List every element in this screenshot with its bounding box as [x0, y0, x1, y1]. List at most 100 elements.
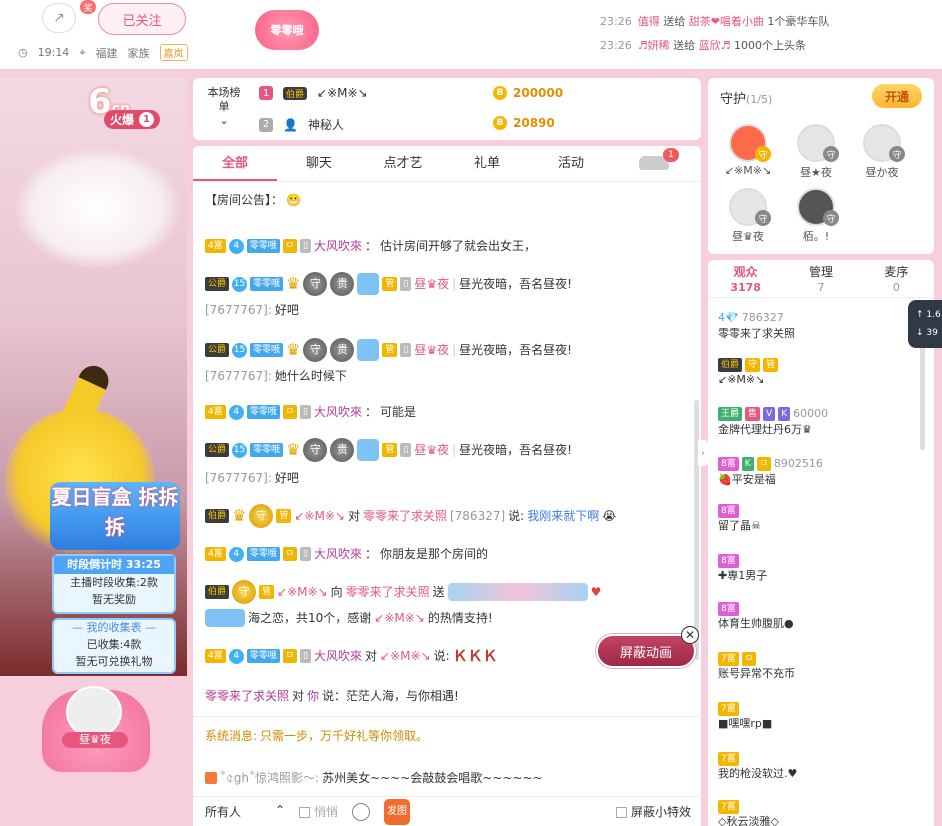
list-item[interactable]: 4💎 786327 零零来了求关照: [718, 310, 795, 342]
host-seat[interactable]: 昼♛夜: [42, 686, 150, 772]
list-item[interactable]: 伯爵守管 ↙※M※↘: [718, 358, 779, 388]
rank-label[interactable]: 本场榜单 ⌄: [205, 86, 243, 128]
gift-marquee: 23:26 值得 送给 甜茶❤唱着小曲 1个豪华车队 23:26 ♬妍稀 送给 蓝欣…: [600, 10, 935, 58]
tab-talent[interactable]: 点才艺: [361, 146, 445, 181]
follow-button[interactable]: 已关注: [98, 3, 186, 35]
phone-icon: ▯: [400, 343, 412, 357]
chevron-down-icon: ⌃: [274, 803, 285, 817]
shield-icon: 守: [755, 210, 771, 226]
user-name[interactable]: 大风吹來: [314, 402, 362, 422]
guard-shield-icon: 守: [249, 504, 274, 528]
list-item[interactable]: 7富 ■嘿嘿rp■: [718, 702, 772, 732]
chat-input-bar: 所有人⌃ 悄悄 发图礼 屏蔽小特效: [193, 796, 701, 826]
collection-line: 暂无可兑换礼物: [75, 655, 153, 668]
tab-chat[interactable]: 聊天: [277, 146, 361, 181]
location-icon: ⌖: [79, 45, 86, 59]
emoji-icon[interactable]: [352, 802, 371, 821]
close-icon[interactable]: ✕: [681, 626, 699, 644]
rich-icon: ㅁ: [282, 649, 298, 663]
shield-icon: 守: [755, 146, 771, 162]
list-item[interactable]: 7富 ◇秋云淡雅◇: [718, 800, 779, 826]
audience-panel: 观众 3178 管理 7 麦序 0 4💎 786327 零零来了求关照 伯爵守管 ↙※M※↘…: [708, 260, 934, 826]
tab-mic-queue[interactable]: 麦序 0: [859, 260, 934, 297]
user-name[interactable]: 昼♛夜: [414, 274, 449, 294]
guard-panel: 守护(1/5) 开通 守 ↙※M※↘ 守昼★夜 守昼か夜 守昼♛夜 守栢。!: [708, 78, 934, 254]
collection-title: — 我的收集表 —: [72, 621, 156, 634]
host-badge[interactable]: 零零哦: [255, 10, 319, 50]
list-item[interactable]: 8富 ✚専1男子: [718, 554, 767, 584]
phone-icon: ▯: [400, 277, 412, 291]
chat-message: 公爵 15 零零哦 ♛ 守贵管 ▯ 昼♛夜 | 昼光夜暗，吾名昼夜!: [205, 438, 681, 462]
user-name[interactable]: 昼♛夜: [414, 340, 449, 360]
rank-row[interactable]: 2 👤 神秘人: [259, 116, 344, 133]
tab-audience[interactable]: 观众 3178: [708, 260, 783, 297]
rank-coins: B 20890: [493, 116, 555, 130]
list-item[interactable]: 王爵售 V K 60000 金牌代理灶丹6万♛: [718, 406, 828, 438]
tab-all[interactable]: 全部: [193, 146, 277, 181]
chat-message: 公爵 15 零零哦 ♛ 守贵管 ▯ 昼♛夜 | 昼光夜暗，吾名昼夜!: [205, 272, 681, 296]
user-name[interactable]: ↙※M※↘: [294, 506, 345, 526]
coin-icon: B: [493, 86, 507, 100]
user-name[interactable]: 大风吹來: [314, 544, 362, 564]
user-name[interactable]: 大风吹來: [314, 646, 362, 666]
guard-item[interactable]: 守 ↙※M※↘: [720, 124, 776, 177]
gift-strip-icon: [447, 583, 588, 601]
family-tag[interactable]: 嘉岚: [159, 44, 188, 61]
crown-icon: ♛: [286, 440, 301, 459]
chat-message: 4富 4 零零哦ㅁ ▯ 大风吹來：你朋友是那个房间的: [205, 544, 681, 564]
gift-send-icon[interactable]: 发图礼: [384, 798, 411, 825]
rank-row[interactable]: 1 伯爵 ↙※M※↘: [259, 86, 368, 100]
avatar: 守: [729, 124, 771, 162]
phone-icon: ▯: [400, 443, 412, 457]
collapse-icon[interactable]: ›: [698, 440, 708, 466]
tab-admin[interactable]: 管理 7: [783, 260, 858, 297]
chevron-down-icon: ⌄: [219, 114, 229, 127]
chat-scrollbar[interactable]: [694, 400, 699, 660]
share-button[interactable]: ↗: [42, 3, 76, 33]
guard-item[interactable]: 守昼か夜: [854, 124, 910, 180]
blind-box-banner[interactable]: 夏日盲盒 拆拆拆: [50, 482, 180, 550]
user-name[interactable]: 昼♛夜: [414, 440, 449, 460]
guard-item[interactable]: 守昼♛夜: [720, 188, 776, 244]
guard-item[interactable]: 守栢。!: [788, 188, 844, 244]
audience-tabs: 观众 3178 管理 7 麦序 0: [708, 260, 934, 298]
hot-badge[interactable]: 火爆 1: [104, 110, 161, 129]
system-message: 系统消息: 只需一步，万千好礼等你领取。: [205, 729, 429, 743]
target-select[interactable]: 所有人 ⌃: [205, 803, 285, 820]
list-item[interactable]: 8富 体育生帅腹肌●: [718, 602, 794, 632]
guard-shield-icon: 守: [303, 338, 328, 362]
list-item[interactable]: 7富ㅁ账号异常不充币: [718, 652, 795, 682]
guard-shield-icon: 守: [303, 272, 328, 296]
family-label: 家族: [127, 46, 150, 60]
cry-emoji-icon: 😭: [602, 509, 617, 523]
phone-icon: ▯: [300, 547, 311, 561]
collection-panel[interactable]: — 我的收集表 — 已收集:4款 暂无可兑换礼物: [52, 618, 176, 674]
marquee-line: 23:26 ♬妍稀 送给 蓝欣♬ 1000个上头条: [600, 39, 806, 52]
list-item[interactable]: 8富 K ㅁ 8902516 🍓平安是福: [718, 456, 823, 488]
car-badge: 1: [663, 148, 679, 162]
noble-icon: 贵: [330, 438, 355, 462]
chat-message: 伯爵 ♛ 守管 ↙※M※↘ 对零零来了求关照 [786327] 说: 我刚来就下啊 😭: [205, 504, 681, 528]
network-speed-widget[interactable]: ↑ 1.6 ↓ 39: [908, 300, 942, 348]
list-item[interactable]: 7富 我的枪没软过.♥: [718, 752, 797, 782]
block-effects-checkbox[interactable]: 屏蔽小特效: [615, 803, 691, 820]
timer-line: 主播时段收集:2款: [70, 576, 158, 589]
open-guard-button[interactable]: 开通: [872, 84, 922, 108]
shield-icon: 守: [823, 146, 839, 162]
tab-gifts[interactable]: 礼单: [445, 146, 529, 181]
guard-item[interactable]: 守昼★夜: [788, 124, 844, 180]
list-item[interactable]: 8富 留了晶☠: [718, 504, 761, 534]
coin-icon: B: [493, 116, 507, 130]
horn-message: ˚৫gh˚惊鸿照影～: 苏州美女~~~~会敲鼓会唱歌~~~~~~: [205, 768, 681, 788]
user-name[interactable]: ↙※M※↘: [277, 582, 328, 602]
user-name[interactable]: 大风吹來: [314, 236, 362, 256]
share-icon: ↗: [53, 10, 65, 26]
tab-activity[interactable]: 活动: [529, 146, 613, 181]
marquee-line: 23:26 值得 送给 甜茶❤唱着小曲 1个豪华车队: [600, 15, 830, 28]
timer-line: 暂无奖励: [92, 593, 136, 606]
guard-shield-icon: 守: [232, 580, 257, 604]
gift-icon: [205, 609, 245, 627]
chat-tabs: 全部 聊天 点才艺 礼单 活动 1: [193, 146, 701, 182]
private-checkbox[interactable]: 悄悄: [299, 803, 338, 820]
chat-message: 4富 4 零零哦ㅁ ▯ 大风吹來：估计房间开够了就会出女王，: [205, 236, 681, 256]
